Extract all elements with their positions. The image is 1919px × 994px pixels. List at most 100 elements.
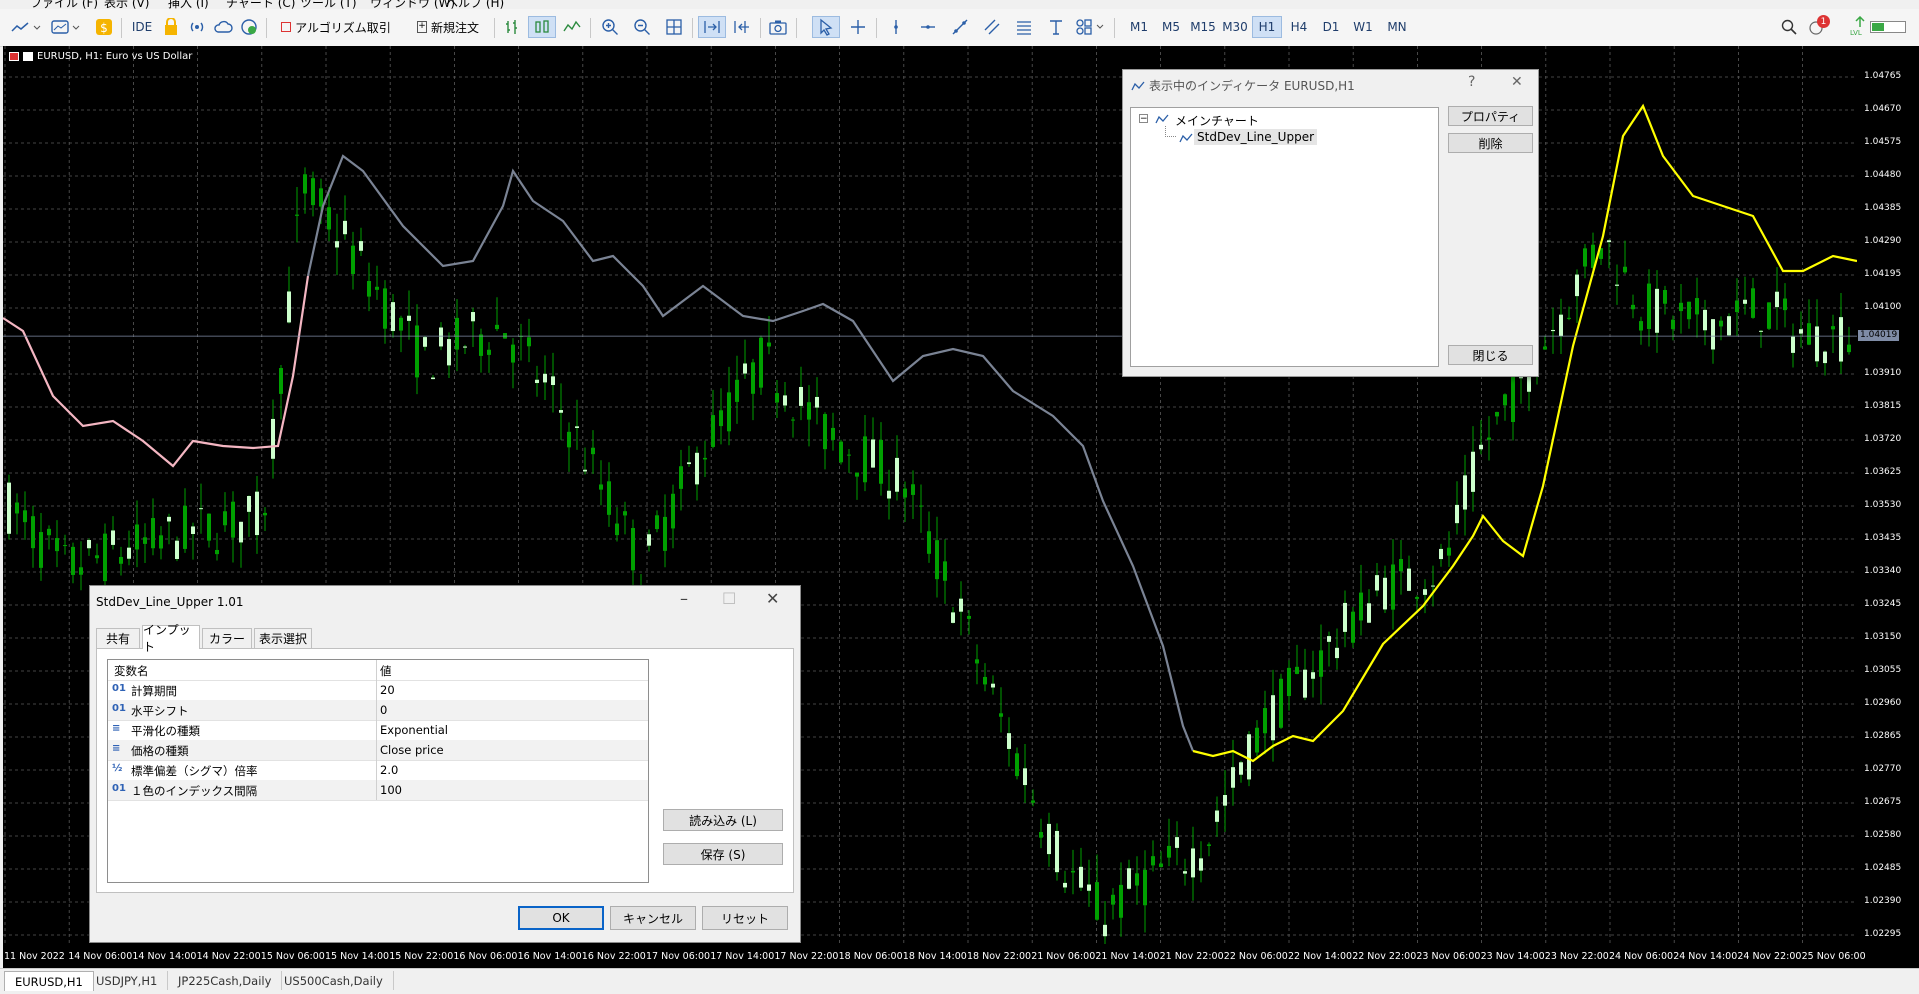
- table-row[interactable]: 01 計算期間 20: [108, 680, 648, 701]
- indicator-tree[interactable]: − メインチャート StdDev_Line_Upper: [1130, 107, 1439, 367]
- candlestick-icon[interactable]: [528, 16, 556, 38]
- search-icon[interactable]: [1778, 16, 1800, 38]
- notification-icon[interactable]: 1: [1806, 15, 1832, 38]
- properties-button[interactable]: プロパティ: [1448, 106, 1533, 126]
- connection-status[interactable]: LVL: [1846, 16, 1910, 38]
- candle-body: [375, 286, 379, 290]
- candle-body: [111, 530, 115, 545]
- candle-body: [1335, 647, 1339, 659]
- candle-body: [103, 533, 107, 582]
- timeframe-m30[interactable]: M30: [1220, 16, 1250, 38]
- timeframe-h4[interactable]: H4: [1286, 16, 1312, 38]
- price-axis[interactable]: 1.04765 1.04670 1.04575 1.04480 1.04385 1.042…: [1857, 46, 1919, 968]
- candle-body: [271, 418, 275, 459]
- chart-title: EURUSD, H1: Euro vs US Dollar: [9, 51, 192, 62]
- tab-inputs[interactable]: インプット: [142, 623, 200, 654]
- zoom-out-icon[interactable]: [630, 16, 654, 38]
- reset-button[interactable]: リセット: [702, 906, 788, 930]
- load-button[interactable]: 読み込み (L): [663, 809, 783, 831]
- candle-body: [1719, 320, 1723, 327]
- indicator-line-pink: [3, 275, 310, 468]
- close-icon[interactable]: ✕: [766, 589, 779, 608]
- time-axis[interactable]: 11 Nov 2022 14 Nov 06:00 14 Nov 14:00 14 No…: [3, 944, 1866, 968]
- timeframe-m5[interactable]: M5: [1158, 16, 1184, 38]
- tree-item-stddev-line-upper[interactable]: StdDev_Line_Upper: [1194, 129, 1318, 145]
- param-value[interactable]: Exponential: [380, 723, 448, 737]
- table-row[interactable]: 01 １色のインデックス間隔 100: [108, 780, 648, 801]
- timeframe-mn[interactable]: MN: [1382, 16, 1412, 38]
- collapse-icon[interactable]: −: [1139, 114, 1148, 124]
- new-order-button[interactable]: + 新規注文: [410, 16, 486, 38]
- close-icon[interactable]: ✕: [1511, 74, 1523, 90]
- menu-view[interactable]: 表示 (V): [104, 0, 149, 9]
- cancel-button[interactable]: キャンセル: [610, 906, 696, 930]
- indicator-properties-dialog: StdDev_Line_Upper 1.01 – ☐ ✕ 共有 インプット カラ…: [89, 585, 801, 943]
- minimize-icon[interactable]: –: [680, 589, 688, 608]
- tab-common[interactable]: 共有: [96, 628, 140, 648]
- param-value[interactable]: 20: [380, 683, 395, 697]
- trend-line-icon[interactable]: [948, 16, 972, 38]
- candle-body: [495, 324, 499, 330]
- parameters-table[interactable]: 変数名 値 01 計算期間 20 01 水平シフト 0 ≡ 平滑化の種類 Exp…: [107, 659, 649, 883]
- zoom-in-icon[interactable]: [598, 16, 622, 38]
- save-button[interactable]: 保存 (S): [663, 843, 783, 865]
- timeframe-w1[interactable]: W1: [1350, 16, 1376, 38]
- candle-body: [1767, 302, 1771, 329]
- ok-button[interactable]: OK: [518, 906, 604, 930]
- candle-body: [1463, 475, 1467, 510]
- chart-type-icon[interactable]: [8, 16, 44, 38]
- param-value[interactable]: 2.0: [380, 763, 398, 777]
- market-icon[interactable]: [238, 16, 260, 38]
- tab-visualization[interactable]: 表示選択: [254, 628, 312, 648]
- shapes-icon[interactable]: [1074, 16, 1108, 38]
- param-value[interactable]: 0: [380, 703, 387, 717]
- candle-body: [223, 511, 227, 526]
- signal-icon[interactable]: [186, 16, 208, 38]
- fibonacci-icon[interactable]: [1012, 16, 1036, 38]
- crosshair-icon[interactable]: [846, 16, 870, 38]
- table-row[interactable]: ≡ 平滑化の種類 Exponential: [108, 720, 648, 741]
- cloud-icon[interactable]: [212, 16, 234, 38]
- algo-trading-button[interactable]: アルゴリズム取引: [272, 16, 400, 38]
- tab-eurusd-h1[interactable]: EURUSD,H1: [4, 971, 94, 991]
- chart-shift-icon[interactable]: [730, 16, 754, 38]
- menu-help[interactable]: ヘルプ (H): [446, 0, 504, 9]
- param-value[interactable]: 100: [380, 783, 402, 797]
- timeframe-h1[interactable]: H1: [1252, 16, 1282, 38]
- templates-icon[interactable]: [48, 16, 84, 38]
- cursor-icon[interactable]: [812, 16, 840, 38]
- close-button[interactable]: 閉じる: [1448, 345, 1533, 365]
- help-button[interactable]: ?: [1468, 74, 1475, 90]
- table-row[interactable]: ½ 標準偏差（シグマ）倍率 2.0: [108, 760, 648, 781]
- timeframe-d1[interactable]: D1: [1318, 16, 1344, 38]
- screenshot-icon[interactable]: [766, 16, 790, 38]
- text-icon[interactable]: [1044, 16, 1068, 38]
- vertical-line-icon[interactable]: [884, 16, 908, 38]
- bar-chart-icon[interactable]: [500, 16, 524, 38]
- indicator-title-icon: [1131, 81, 1145, 90]
- timeframe-m15[interactable]: M15: [1188, 16, 1218, 38]
- delete-button[interactable]: 削除: [1448, 133, 1533, 153]
- menu-file[interactable]: ファイル (F): [30, 0, 98, 9]
- horizontal-line-icon[interactable]: [916, 16, 940, 38]
- menu-window[interactable]: ウィンドウ (W): [370, 0, 455, 9]
- lock-icon[interactable]: [160, 16, 182, 38]
- line-chart-icon[interactable]: [560, 16, 584, 38]
- table-row[interactable]: 01 水平シフト 0: [108, 700, 648, 721]
- menu-insert[interactable]: 挿入 (I): [168, 0, 209, 9]
- table-row[interactable]: ≡ 価格の種類 Close price: [108, 740, 648, 761]
- tree-root-main-chart[interactable]: メインチャート: [1175, 112, 1259, 129]
- grid-icon[interactable]: [662, 16, 686, 38]
- tab-colors[interactable]: カラー: [202, 628, 252, 648]
- channel-icon[interactable]: [980, 16, 1004, 38]
- ide-button[interactable]: IDE: [128, 16, 156, 38]
- auto-scroll-icon[interactable]: [698, 16, 726, 38]
- menu-tools[interactable]: ツール (T): [300, 0, 357, 9]
- tab-jp225cash-daily[interactable]: JP225Cash,Daily: [168, 971, 283, 990]
- param-value[interactable]: Close price: [380, 743, 444, 757]
- tab-us500cash-daily[interactable]: US500Cash,Daily: [274, 971, 394, 990]
- tab-usdjpy-h1[interactable]: USDJPY,H1: [86, 971, 169, 990]
- timeframe-m1[interactable]: M1: [1126, 16, 1152, 38]
- menu-chart[interactable]: チャート (C): [226, 0, 295, 9]
- coin-icon[interactable]: $: [94, 16, 114, 38]
